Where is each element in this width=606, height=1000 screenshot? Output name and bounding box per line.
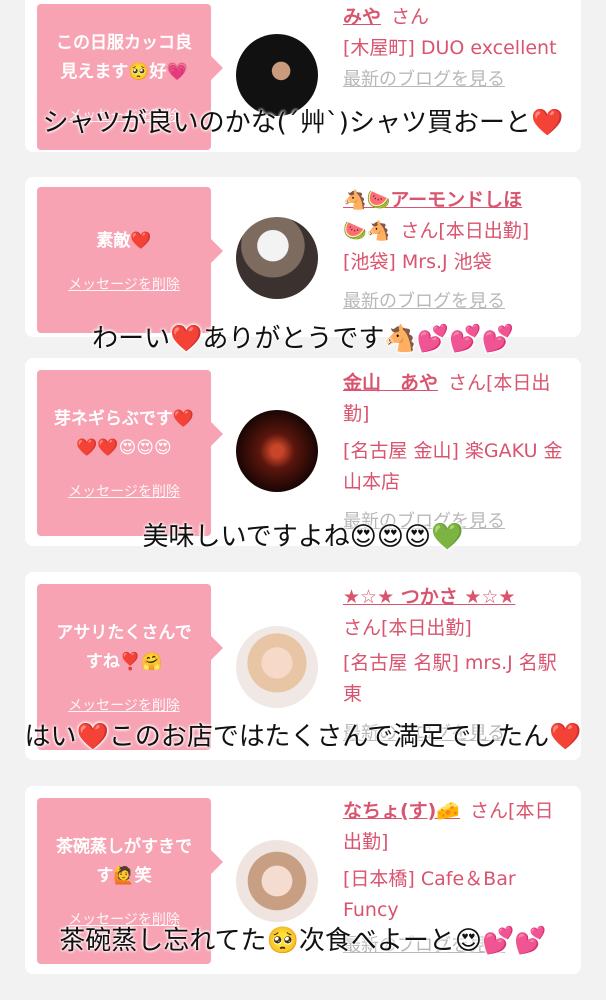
cast-info: 金山 あや さん[本日出勤] [名古屋 金山] 楽GAKU 金山本店 最新のブログ…	[343, 368, 565, 537]
message-text: アサリたくさんで すね❣️🤗	[56, 623, 192, 672]
avatar[interactable]	[236, 626, 318, 708]
cast-name-link[interactable]: 🐴🍉アーモンドしほ	[343, 189, 522, 211]
cast-name-link[interactable]: みや	[343, 6, 381, 28]
overlay-caption: 美味しいですよね😍😍😍💚	[142, 522, 464, 552]
cast-info: みや さん [木屋町] DUO excellent 最新のブログを見る	[343, 2, 565, 95]
avatar[interactable]	[236, 34, 318, 116]
overlay-caption: 茶碗蒸し忘れてた🥺次食べよーと😍💕💕	[59, 926, 547, 956]
overlay-caption: シャツが良いのかな(´艸`)シャツ買おーと❤️	[42, 108, 564, 138]
shop-name: [名古屋 金山] 楽GAKU 金山本店	[343, 440, 563, 493]
shop-name: [木屋町] DUO excellent	[343, 37, 557, 59]
shop-name: [日本橋] Cafe＆Bar Funcy	[343, 868, 516, 921]
message-text: 芽ネギらぶです❤️ ❤️❤️😍😍😍	[53, 409, 195, 458]
overlay-caption: わーい❤️ありがとうです🐴💕💕💕	[92, 324, 514, 354]
message-card: 芽ネギらぶです❤️ ❤️❤️😍😍😍 メッセージを削除 金山 あや さん[本日出勤]…	[25, 358, 581, 546]
avatar[interactable]	[236, 840, 318, 922]
delete-message-link[interactable]: メッセージを削除	[68, 695, 180, 715]
cast-info: 🐴🍉アーモンドしほ 🍉🐴 さん[本日出勤] [池袋] Mrs.J 池袋 最新のブロ…	[343, 185, 565, 317]
message-bubble: 素敵❤️ メッセージを削除	[37, 187, 223, 333]
cast-name-link[interactable]: ★☆★ つかさ ★☆★	[343, 586, 515, 608]
shop-name: [池袋] Mrs.J 池袋	[343, 251, 492, 273]
message-text: 茶碗蒸しがすきで す🙋笑	[56, 837, 192, 886]
honorific: さん[本日出勤]	[400, 220, 530, 242]
message-bubble: 芽ネギらぶです❤️ ❤️❤️😍😍😍 メッセージを削除	[37, 370, 223, 536]
avatar[interactable]	[236, 410, 318, 492]
latest-blog-link[interactable]: 最新のブログを見る	[343, 64, 565, 95]
message-text: 素敵❤️	[96, 230, 152, 251]
latest-blog-link[interactable]: 最新のブログを見る	[343, 286, 565, 317]
shop-name: [名古屋 名駅] mrs.J 名駅東	[343, 652, 557, 705]
message-card: 素敵❤️ メッセージを削除 🐴🍉アーモンドしほ 🍉🐴 さん[本日出勤] [池袋] …	[25, 177, 581, 337]
cast-name-link[interactable]: 金山 あや	[343, 372, 438, 394]
avatar[interactable]	[236, 217, 318, 299]
overlay-caption: はい❤️このお店ではたくさんで満足でしたん❤️	[24, 722, 582, 752]
honorific: さん[本日出勤]	[343, 617, 472, 639]
honorific: さん	[391, 6, 430, 28]
message-text: この日服カッコ良 見えます🥺好💗	[56, 33, 192, 82]
delete-message-link[interactable]: メッセージを削除	[68, 274, 180, 294]
name-suffix: 🍉🐴	[343, 220, 391, 242]
delete-message-link[interactable]: メッセージを削除	[68, 481, 180, 501]
cast-name-link[interactable]: なちょ(す)🧀	[343, 800, 460, 822]
